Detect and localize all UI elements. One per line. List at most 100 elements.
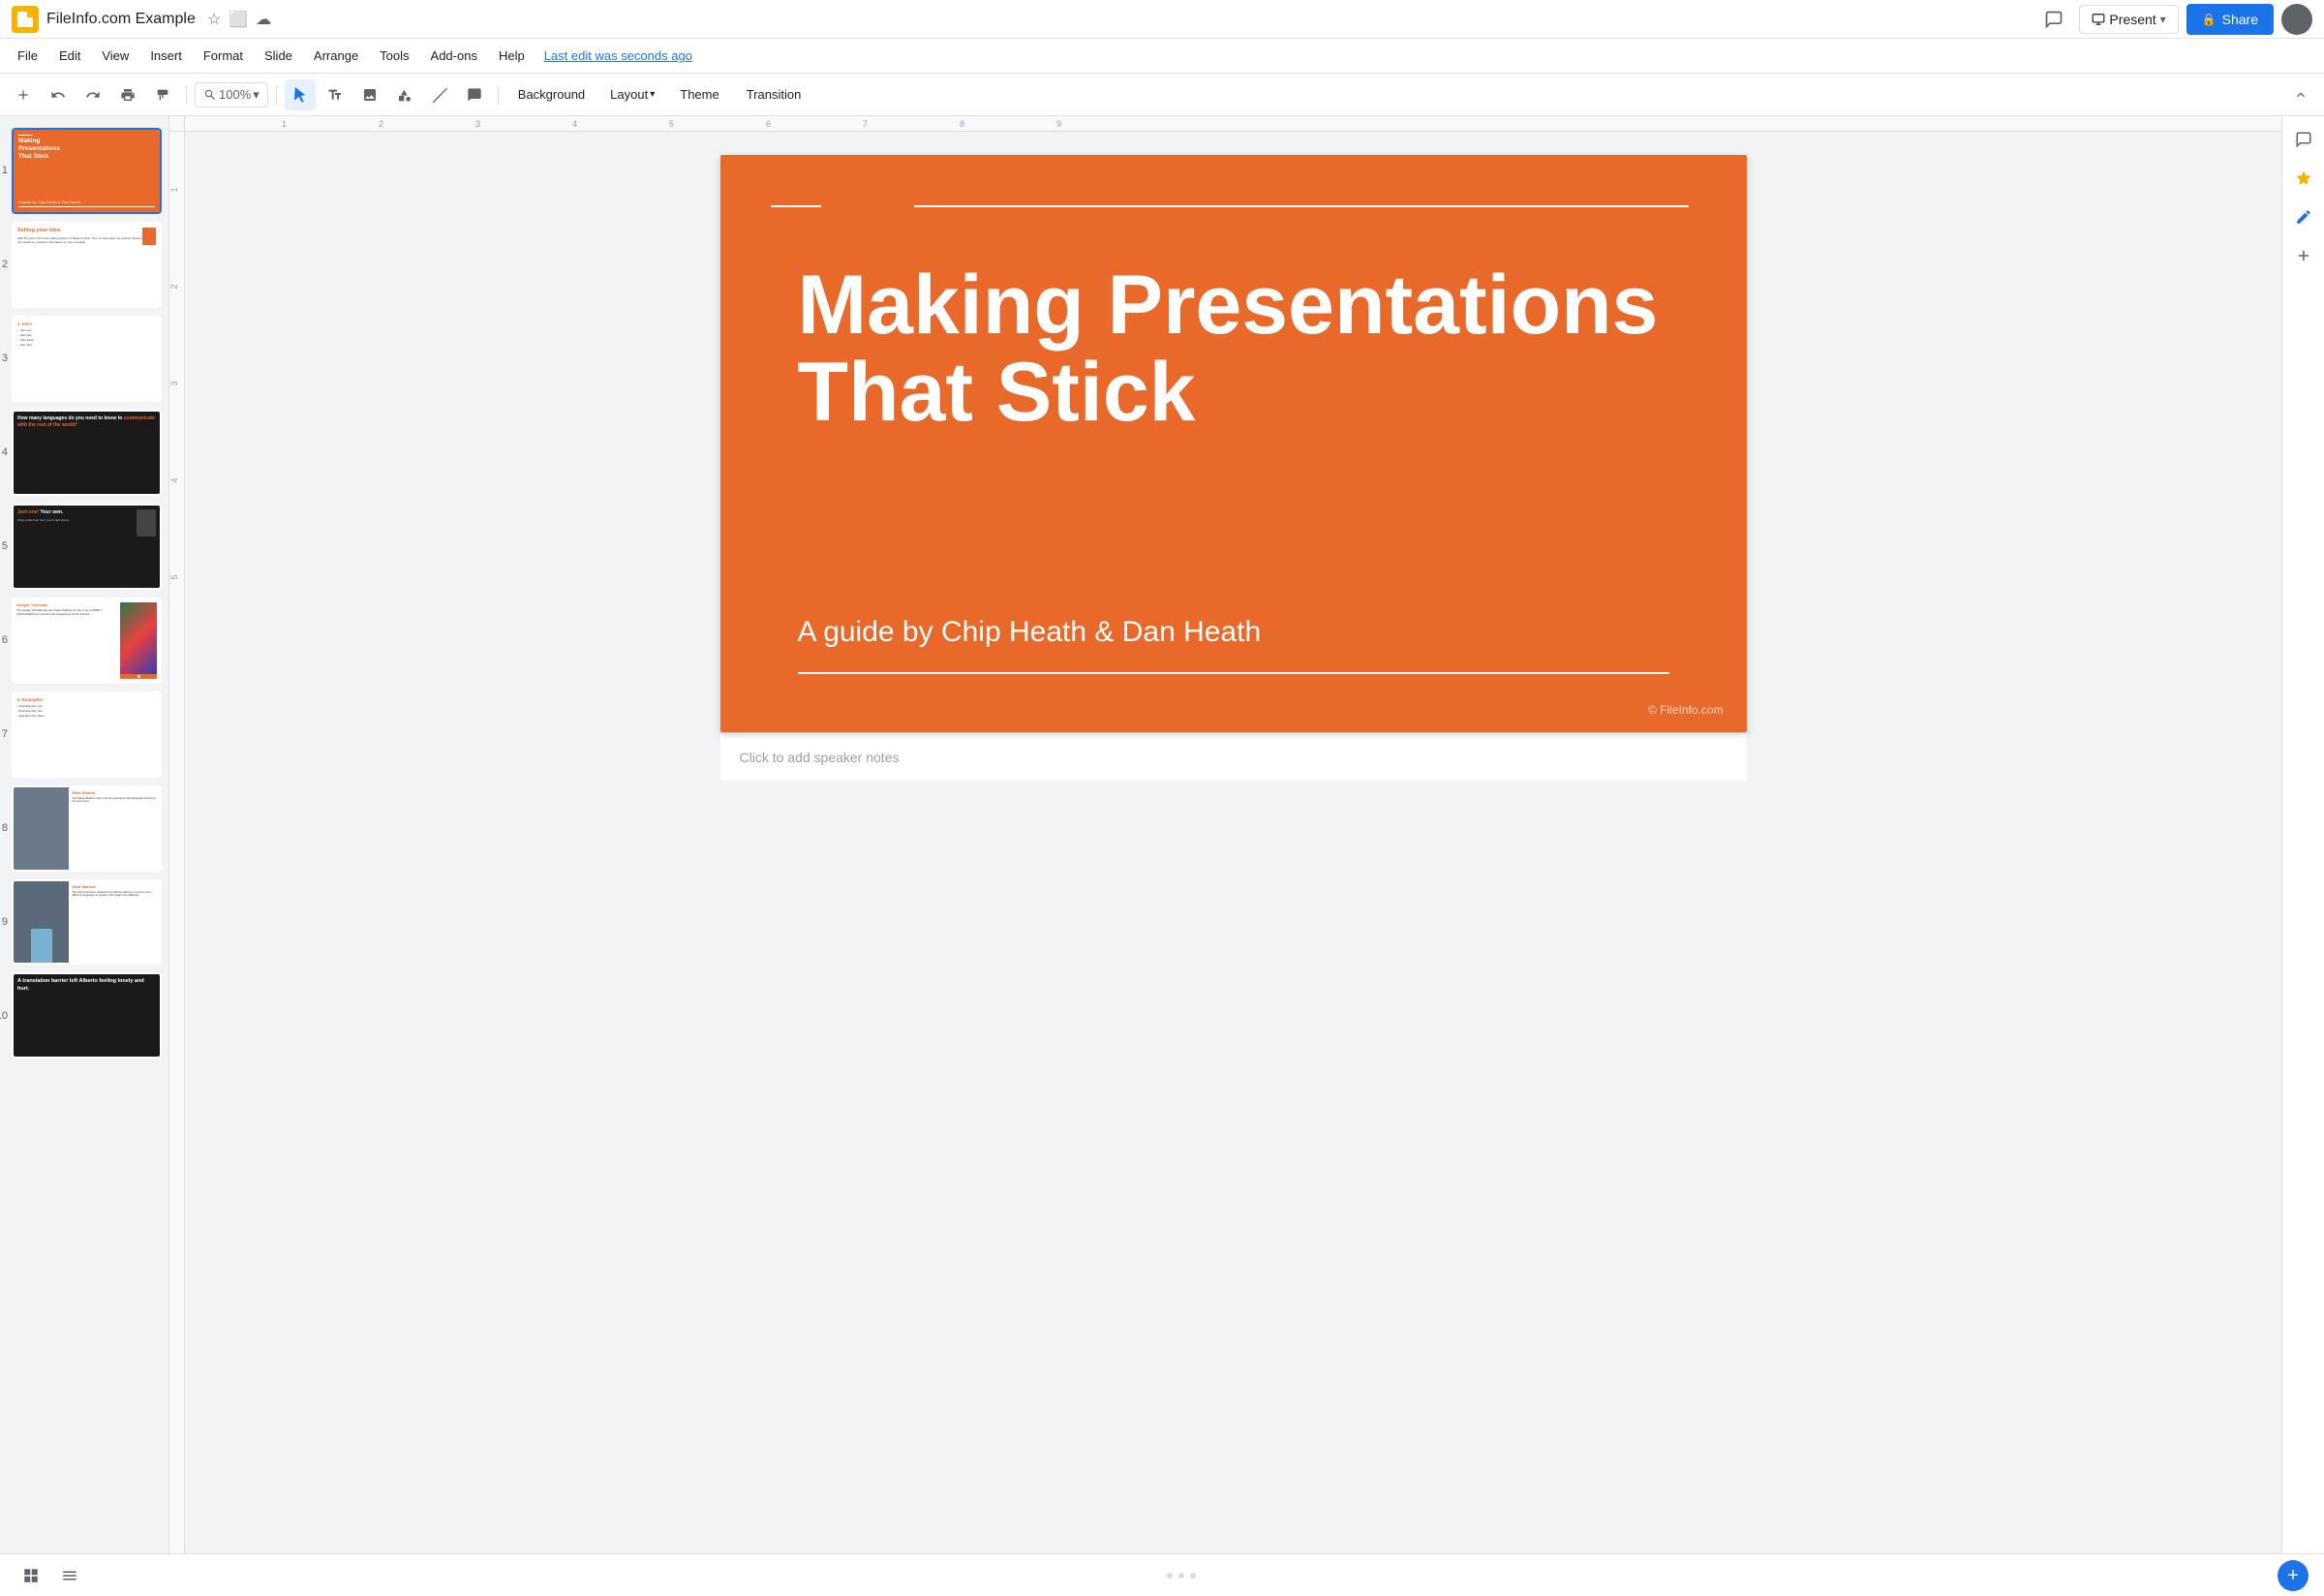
- bottom-view-controls: [15, 1560, 85, 1591]
- menu-help[interactable]: Help: [489, 45, 535, 67]
- thumb-content-2: Selling your idea With the help of the b…: [14, 224, 160, 306]
- shape-tool[interactable]: [389, 79, 420, 110]
- menu-insert[interactable]: Insert: [140, 45, 192, 67]
- slide-thumb-wrapper-7: 7 2. Examples • Example item one • Examp…: [12, 691, 157, 778]
- add-slide-fab[interactable]: +: [2278, 1560, 2309, 1591]
- menu-format[interactable]: Format: [194, 45, 253, 67]
- zoom-control[interactable]: 100% ▾: [195, 82, 268, 107]
- slide-number-3: 3: [0, 353, 8, 364]
- present-dropdown-arrow[interactable]: ▾: [2160, 13, 2166, 26]
- redo-button[interactable]: [77, 79, 108, 110]
- background-button[interactable]: Background: [506, 81, 596, 107]
- layout-dropdown-arrow: ▾: [650, 89, 655, 100]
- canvas-scroll-area[interactable]: Making Presentations That Stick A guide …: [185, 132, 2281, 1553]
- slide-thumbnail-8[interactable]: Meet Alberto Text about Alberto's story …: [12, 785, 162, 872]
- slide-thumbnail-1[interactable]: MakingPresentationsThat Stick A guide by…: [12, 128, 162, 214]
- nav-dot-2: [1178, 1573, 1184, 1579]
- slide-thumbnail-10[interactable]: A translation barrier left Alberto feeli…: [12, 972, 162, 1059]
- thumb-content-4: How many languages do you need to know t…: [14, 412, 160, 494]
- svg-text:4: 4: [572, 119, 577, 129]
- line-tool[interactable]: [424, 79, 455, 110]
- user-avatar[interactable]: [2281, 4, 2312, 35]
- main-toolbar: 100% ▾ Background Layout ▾ Theme Transit…: [0, 74, 2324, 116]
- thumb-2-book-icon: [142, 228, 156, 245]
- slide-thumbnail-4[interactable]: How many languages do you need to know t…: [12, 410, 162, 496]
- menu-bar: File Edit View Insert Format Slide Arran…: [0, 39, 2324, 74]
- slide-thumbnail-2[interactable]: Selling your idea With the help of the b…: [12, 222, 162, 308]
- svg-text:5: 5: [669, 119, 674, 129]
- svg-text:2: 2: [169, 284, 179, 289]
- svg-text:6: 6: [766, 119, 771, 129]
- thumb-content-9: Meet Marcus The world opened a restauran…: [14, 881, 160, 964]
- thumb-6-image: [120, 602, 157, 679]
- last-edit-indicator[interactable]: Last edit was seconds ago: [544, 48, 692, 63]
- cursor-tool[interactable]: [285, 79, 316, 110]
- app-title: FileInfo.com Example: [46, 11, 196, 28]
- slide-navigation-dots: [1167, 1573, 1196, 1579]
- slide-number-6: 6: [0, 634, 8, 646]
- undo-button[interactable]: [43, 79, 74, 110]
- title-action-icons: ☆ ⬜ ☁: [207, 10, 271, 29]
- slide-thumbnail-7[interactable]: 2. Examples • Example item one • Example…: [12, 691, 162, 778]
- right-panel-highlight-btn[interactable]: [2288, 163, 2319, 194]
- right-panel-add-btn[interactable]: [2288, 240, 2319, 271]
- thumb-5-phone-icon: [137, 509, 156, 537]
- layout-button[interactable]: Layout ▾: [600, 81, 664, 107]
- theme-button[interactable]: Theme: [668, 81, 730, 107]
- print-button[interactable]: [112, 79, 143, 110]
- main-slide[interactable]: Making Presentations That Stick A guide …: [720, 155, 1747, 732]
- menu-file[interactable]: File: [8, 45, 47, 67]
- slide-top-right-line: [914, 205, 1689, 207]
- textbox-tool[interactable]: [320, 79, 351, 110]
- present-button[interactable]: Present ▾: [2079, 5, 2178, 34]
- plus-icon: +: [2287, 1566, 2299, 1585]
- cloud-icon[interactable]: ☁: [256, 10, 271, 29]
- thumb-1-sub: A guide by Chip Heath & Dan Heath: [18, 200, 155, 204]
- paint-format-button[interactable]: [147, 79, 178, 110]
- menu-edit[interactable]: Edit: [49, 45, 90, 67]
- menu-tools[interactable]: Tools: [370, 45, 418, 67]
- svg-text:3: 3: [169, 381, 179, 385]
- slides-panel: 1 MakingPresentationsThat Stick A guide …: [0, 116, 169, 1553]
- menu-addons[interactable]: Add-ons: [421, 45, 487, 67]
- transition-button[interactable]: Transition: [735, 81, 813, 107]
- svg-text:7: 7: [863, 119, 868, 129]
- speaker-notes-placeholder: Click to add speaker notes: [740, 750, 900, 765]
- menu-view[interactable]: View: [92, 45, 138, 67]
- menu-slide[interactable]: Slide: [255, 45, 302, 67]
- comment-tool[interactable]: [459, 79, 490, 110]
- right-panel-pencil-btn[interactable]: [2288, 201, 2319, 232]
- slide-thumbnail-9[interactable]: Meet Marcus The world opened a restauran…: [12, 879, 162, 966]
- right-panel-comment-btn[interactable]: [2288, 124, 2319, 155]
- right-panel: [2281, 116, 2324, 1553]
- share-button[interactable]: 🔒 Share: [2186, 4, 2274, 35]
- speaker-notes-area[interactable]: Click to add speaker notes: [720, 732, 1747, 781]
- toolbar-separator-3: [498, 85, 499, 105]
- slide-editor: 1 2 3 4 5 6 7 8 9 1 2 3 4: [169, 116, 2281, 1553]
- slide-number-4: 4: [0, 446, 8, 458]
- slide-thumb-wrapper-3: 3 1. Intro • Item one • Item two • Item …: [12, 316, 157, 402]
- grid-view-btn[interactable]: [15, 1560, 46, 1591]
- list-view-btn[interactable]: [54, 1560, 85, 1591]
- comment-button[interactable]: [2036, 2, 2071, 37]
- image-tool[interactable]: [354, 79, 385, 110]
- thumb-1-title: MakingPresentationsThat Stick: [18, 138, 155, 160]
- thumb-content-6: Google Translate The Google Translate ap…: [14, 599, 160, 682]
- add-button[interactable]: [8, 79, 39, 110]
- star-icon[interactable]: ☆: [207, 10, 221, 29]
- zoom-dropdown-arrow[interactable]: ▾: [253, 87, 260, 103]
- menu-arrange[interactable]: Arrange: [304, 45, 368, 67]
- folder-icon[interactable]: ⬜: [229, 10, 248, 29]
- slide-thumb-wrapper-5: 5 Just one! Your own. Write a little hel…: [12, 504, 157, 590]
- slide-thumbnail-5[interactable]: Just one! Your own. Write a little help …: [12, 504, 162, 590]
- svg-text:1: 1: [282, 119, 287, 129]
- slide-thumb-wrapper-10: 10 A translation barrier left Alberto fe…: [12, 972, 157, 1059]
- slide-thumbnail-3[interactable]: 1. Intro • Item one • Item two • Item th…: [12, 316, 162, 402]
- header-right: Present ▾ 🔒 Share: [2036, 2, 2312, 37]
- ruler-vertical: 1 2 3 4 5: [169, 132, 185, 1553]
- collapse-toolbar-button[interactable]: [2285, 79, 2316, 110]
- slide-number-7: 7: [0, 728, 8, 740]
- thumb-content-8: Meet Alberto Text about Alberto's story …: [14, 787, 160, 870]
- slide-thumbnail-6[interactable]: Google Translate The Google Translate ap…: [12, 598, 162, 684]
- slide-thumb-wrapper-2: 2 Selling your idea With the help of the…: [12, 222, 157, 308]
